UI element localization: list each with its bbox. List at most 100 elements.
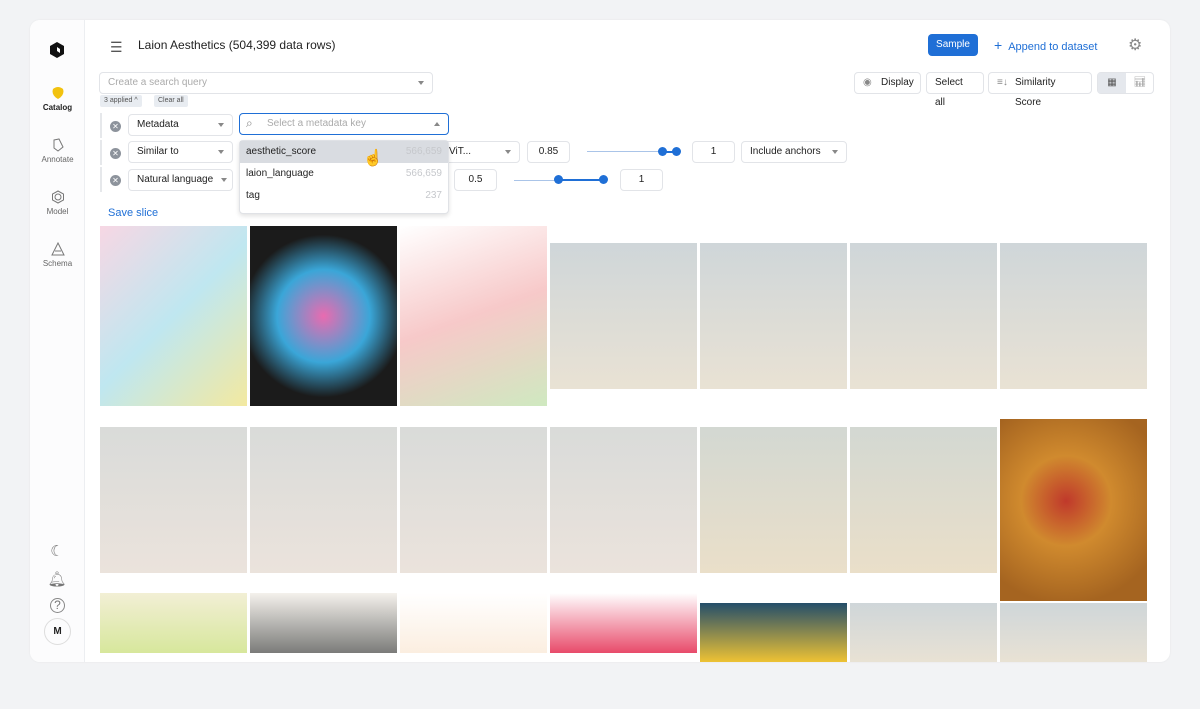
filter-row-bar — [100, 140, 102, 165]
image-thumbnail[interactable] — [400, 427, 547, 573]
search-placeholder: Create a search query — [108, 77, 207, 88]
sample-button[interactable]: Sample — [928, 34, 978, 56]
slider-max-handle[interactable] — [672, 147, 681, 156]
filter-type-label: Natural language — [137, 174, 214, 185]
filter-type-select[interactable]: Metadata — [128, 114, 233, 136]
filter-row-bar — [100, 113, 102, 138]
sidebar-item-label: Catalog — [42, 103, 73, 112]
filter-type-select[interactable]: Natural language — [128, 169, 233, 191]
min-input[interactable]: 0.5 — [454, 169, 497, 191]
image-thumbnail[interactable] — [550, 243, 697, 389]
bell-icon[interactable]: 🔔︎ — [47, 570, 67, 590]
save-slice-link[interactable]: Save slice — [108, 207, 158, 219]
model-select[interactable]: ViT... — [440, 141, 520, 163]
image-thumbnail[interactable] — [100, 226, 247, 406]
filter-type-select[interactable]: Similar to — [128, 141, 233, 163]
image-thumbnail[interactable] — [550, 427, 697, 573]
sidebar: Catalog Annotate Model Schema ☾ 🔔︎ ? M — [30, 20, 85, 662]
annotate-icon — [53, 138, 64, 152]
anchors-label: Include anchors — [750, 146, 821, 157]
catalog-icon — [52, 87, 63, 99]
option-count: 566,659 — [405, 168, 442, 179]
image-thumbnail[interactable] — [250, 593, 397, 653]
min-input[interactable]: 0.85 — [527, 141, 570, 163]
search-icon: ⌕ — [246, 116, 253, 130]
image-thumbnail[interactable] — [850, 603, 997, 662]
filter-type-label: Similar to — [137, 146, 179, 157]
remove-filter-icon[interactable]: ✕ — [110, 148, 121, 159]
metadata-key-input[interactable]: ⌕ Select a metadata key — [239, 113, 449, 135]
image-thumbnail[interactable] — [700, 243, 847, 389]
image-thumbnail[interactable] — [100, 593, 247, 653]
option-count: 237 — [425, 190, 442, 201]
sidebar-item-schema[interactable]: Schema — [30, 242, 85, 268]
sidebar-item-label: Model — [46, 207, 69, 216]
sidebar-item-label: Schema — [42, 259, 73, 268]
slider-min-handle[interactable] — [554, 175, 563, 184]
page-title: Laion Aesthetics (504,399 data rows) — [138, 38, 336, 52]
avatar[interactable]: M — [44, 618, 71, 645]
append-label: Append to dataset — [1008, 41, 1098, 53]
model-label: ViT... — [449, 146, 472, 157]
view-toggle: ▦ 📊︎ — [1097, 72, 1154, 94]
option-key: tag — [246, 190, 260, 201]
moon-icon[interactable]: ☾ — [47, 542, 67, 562]
max-input[interactable]: 1 — [692, 141, 735, 163]
image-thumbnail[interactable] — [700, 603, 847, 662]
dropdown-option[interactable]: aesthetic_score 566,659 — [240, 141, 448, 163]
image-thumbnail[interactable] — [850, 427, 997, 573]
slider-range — [558, 179, 603, 181]
clear-all-button[interactable]: Clear all — [154, 95, 188, 107]
dropdown-option[interactable]: laion_language 566,659 — [240, 163, 448, 185]
option-count: 566,659 — [405, 146, 442, 157]
image-thumbnail[interactable] — [400, 226, 547, 406]
display-button[interactable]: ◉ Display — [854, 72, 921, 94]
filter-row-bar — [100, 167, 102, 192]
schema-icon — [50, 242, 65, 256]
sidebar-item-label: Annotate — [41, 155, 74, 164]
sort-button[interactable]: ≡↓ Similarity Score — [988, 72, 1092, 108]
remove-filter-icon[interactable]: ✕ — [110, 175, 121, 186]
slider-max-handle[interactable] — [599, 175, 608, 184]
metadata-key-dropdown: aesthetic_score 566,659 laion_language 566… — [239, 140, 449, 214]
app-window: Catalog Annotate Model Schema ☾ 🔔︎ ? M ☰… — [30, 20, 1170, 662]
sidebar-item-annotate[interactable]: Annotate — [30, 138, 85, 164]
model-icon — [51, 190, 64, 204]
image-thumbnail[interactable] — [550, 593, 697, 653]
image-thumbnail[interactable] — [1000, 243, 1147, 389]
append-to-dataset-button[interactable]: + Append to dataset — [994, 37, 1097, 53]
image-thumbnail[interactable] — [250, 427, 397, 573]
help-icon[interactable]: ? — [50, 598, 65, 613]
menu-icon[interactable]: ☰ — [110, 39, 123, 56]
display-label: Display — [881, 77, 914, 88]
image-thumbnail[interactable] — [1000, 603, 1147, 662]
sidebar-item-model[interactable]: Model — [30, 190, 85, 216]
option-key: aesthetic_score — [246, 146, 317, 157]
option-key: laion_language — [246, 168, 314, 179]
dropdown-option[interactable]: tag 237 — [240, 185, 448, 207]
filter-type-label: Metadata — [137, 119, 179, 130]
slider-min-handle[interactable] — [658, 147, 667, 156]
sort-label: Similarity Score — [1015, 77, 1056, 108]
applied-toggle[interactable]: 3 applied ^ — [100, 95, 142, 107]
image-thumbnail[interactable] — [1000, 419, 1147, 601]
sidebar-item-catalog[interactable]: Catalog — [30, 86, 85, 112]
image-thumbnail[interactable] — [700, 427, 847, 573]
gear-icon[interactable]: ⚙ — [1128, 35, 1142, 55]
select-all-button[interactable]: Select all — [926, 72, 984, 108]
hand-cursor-icon: ☝ — [363, 150, 383, 167]
logo-icon — [50, 42, 64, 63]
image-thumbnail[interactable] — [400, 593, 547, 653]
image-thumbnail[interactable] — [250, 226, 397, 406]
search-input[interactable]: Create a search query — [99, 72, 433, 94]
image-thumbnail[interactable] — [100, 427, 247, 573]
grid-view-icon[interactable]: ▦ — [1098, 73, 1126, 93]
anchors-select[interactable]: Include anchors — [741, 141, 847, 163]
eye-icon: ◉ — [863, 77, 872, 88]
image-thumbnail[interactable] — [850, 243, 997, 389]
sort-icon: ≡↓ — [997, 77, 1008, 88]
max-input[interactable]: 1 — [620, 169, 663, 191]
metadata-key-placeholder: Select a metadata key — [267, 118, 366, 129]
remove-filter-icon[interactable]: ✕ — [110, 121, 121, 132]
chart-view-icon[interactable]: 📊︎ — [1126, 73, 1154, 93]
